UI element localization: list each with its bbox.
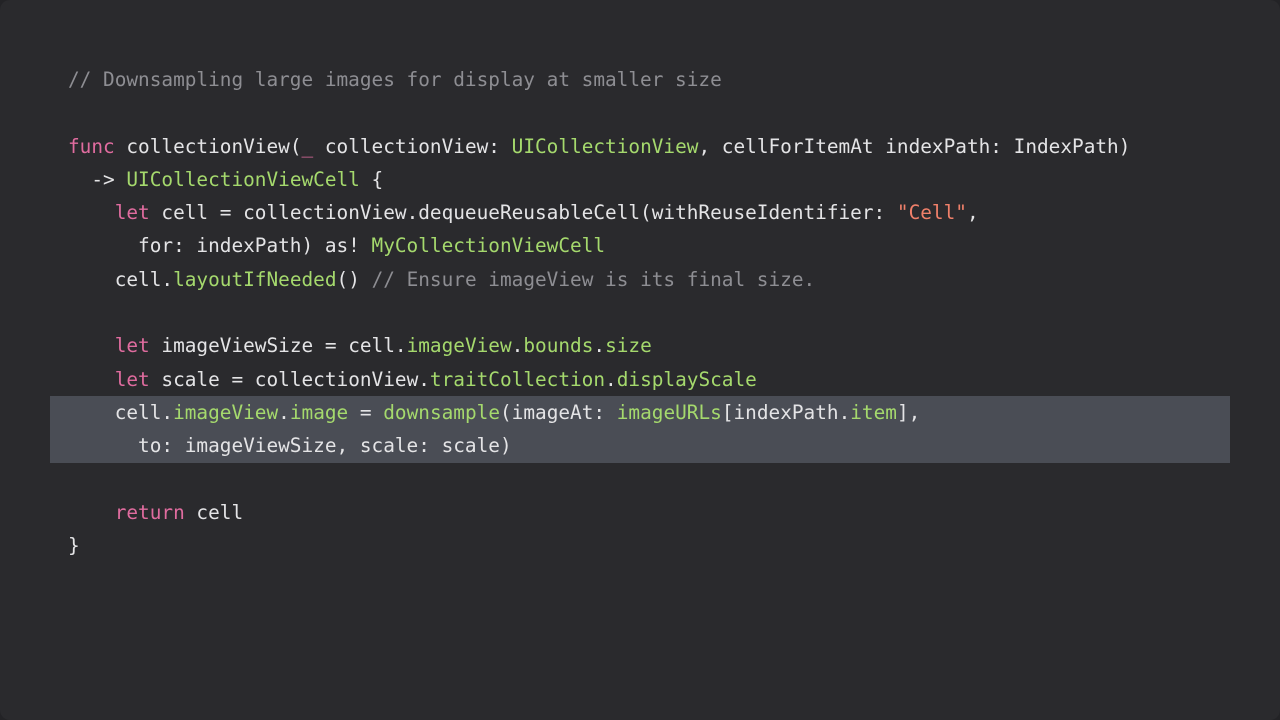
code-line: return cell xyxy=(0,496,1280,529)
code-text: [indexPath. xyxy=(721,400,851,424)
code-type: UICollectionView xyxy=(511,134,699,158)
code-keyword: let xyxy=(114,367,150,391)
code-type: UICollectionViewCell xyxy=(126,167,360,191)
code-identifier: displayScale xyxy=(616,367,757,391)
code-keyword: let xyxy=(114,334,150,358)
code-identifier: image xyxy=(289,400,349,424)
code-identifier: traitCollection xyxy=(429,367,606,391)
code-text: (imageAt: xyxy=(500,400,617,424)
code-line: } xyxy=(0,529,1280,562)
code-text: -> xyxy=(68,167,127,191)
code-line: -> UICollectionViewCell { xyxy=(0,163,1280,196)
code-text: . xyxy=(511,334,524,358)
code-text: . xyxy=(593,334,606,358)
code-identifier: downsample xyxy=(383,400,500,424)
code-identifier: bounds xyxy=(523,334,594,358)
highlighted-code-line: to: imageViewSize, scale: scale) xyxy=(50,429,1230,463)
code-line: let imageViewSize = cell.imageView.bound… xyxy=(0,329,1280,362)
highlighted-code-line: cell.imageView.image = downsample(imageA… xyxy=(50,395,1230,430)
code-comment: // Ensure imageView is its final size. xyxy=(371,267,816,291)
code-comment: // Downsampling large images for display… xyxy=(68,68,722,91)
code-identifier: size xyxy=(605,334,652,358)
code-identifier: layoutIfNeeded xyxy=(173,267,337,291)
code-text: . xyxy=(605,367,617,391)
code-text: collectionView( xyxy=(114,134,302,158)
code-text: , xyxy=(966,201,979,225)
code-text: cell. xyxy=(68,400,174,424)
code-keyword: return xyxy=(114,500,185,524)
code-text: cell xyxy=(184,500,244,524)
code-text: . xyxy=(278,400,290,424)
code-text: { xyxy=(359,167,384,191)
code-text: cell = collectionView.dequeueReusableCel… xyxy=(149,201,897,225)
code-text: to: imageViewSize, scale: scale) xyxy=(68,434,512,458)
code-text: () xyxy=(336,267,372,291)
code-block: // Downsampling large images for display… xyxy=(0,63,1280,562)
code-identifier: imageView xyxy=(173,400,279,424)
code-text: , cellForItemAt indexPath: IndexPath) xyxy=(698,134,1131,158)
code-text: } xyxy=(68,534,80,558)
code-text: scale = collectionView. xyxy=(149,367,430,391)
code-line: let cell = collectionView.dequeueReusabl… xyxy=(0,196,1280,229)
code-line: let scale = collectionView.traitCollecti… xyxy=(0,363,1280,396)
code-text: ], xyxy=(896,400,921,424)
code-text: for: indexPath) as! xyxy=(68,234,372,258)
code-identifier: imageURLs xyxy=(616,400,722,424)
code-keyword: func xyxy=(68,134,115,158)
code-line: cell.layoutIfNeeded() // Ensure imageVie… xyxy=(0,263,1280,296)
code-identifier: imageView xyxy=(406,334,512,358)
code-slide: // Downsampling large images for display… xyxy=(0,0,1280,720)
code-text: collectionView: xyxy=(313,134,512,158)
code-string: "Cell" xyxy=(896,201,967,225)
code-keyword: let xyxy=(114,201,150,225)
code-type: MyCollectionViewCell xyxy=(371,234,606,258)
code-text: cell. xyxy=(68,267,174,291)
code-identifier: item xyxy=(850,400,897,424)
code-text: = xyxy=(348,400,384,424)
code-line: for: indexPath) as! MyCollectionViewCell xyxy=(0,229,1280,262)
code-line: // Downsampling large images for display… xyxy=(0,63,1280,96)
code-keyword: _ xyxy=(301,134,314,158)
code-text: imageViewSize = cell. xyxy=(149,334,407,358)
code-line: func collectionView(_ collectionView: UI… xyxy=(0,130,1280,163)
